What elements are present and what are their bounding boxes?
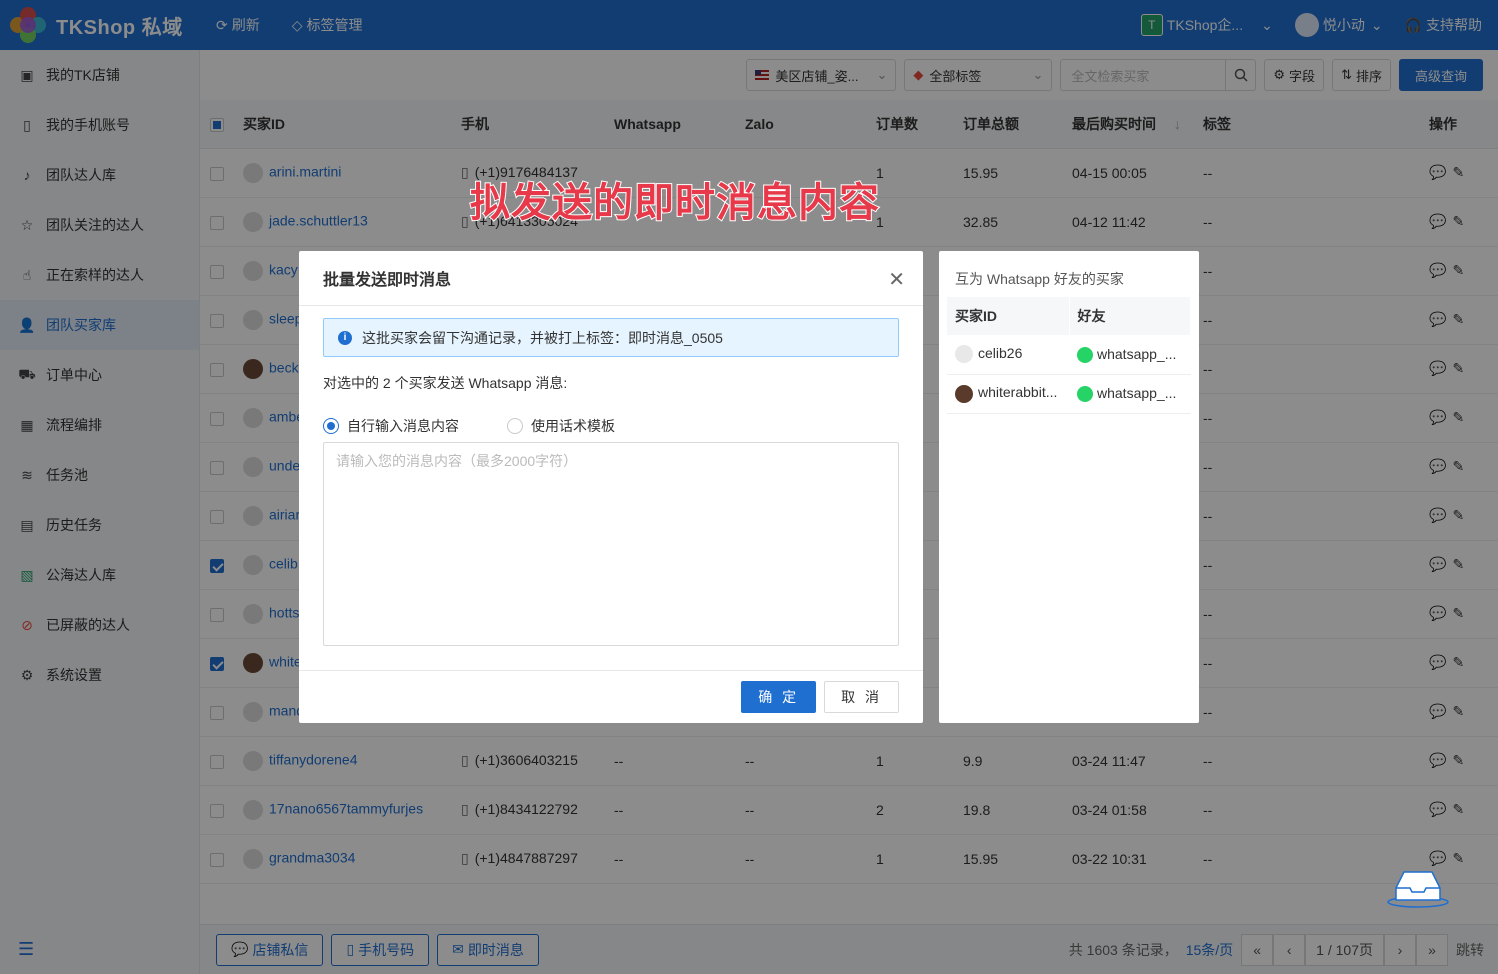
textarea-placeholder: 请输入您的消息内容（最多2000字符） [336,453,578,469]
whatsapp-icon [1077,346,1093,363]
friends-table: 买家ID 好友 celib26 whatsapp_... whiterabbit… [947,297,1191,414]
radio-unchecked-icon[interactable] [507,418,523,434]
message-textarea[interactable]: 请输入您的消息内容（最多2000字符） [323,442,899,646]
annotation-caption: 拟发送的即时消息内容 [469,180,880,226]
whatsapp-icon [1077,386,1093,403]
close-icon[interactable]: ✕ [888,267,905,292]
modal-description: 对选中的 2 个买家发送 Whatsapp 消息: [323,375,568,391]
empty-box-icon [1387,871,1449,908]
friend-cell: whatsapp_... [1069,335,1191,375]
cancel-button[interactable]: 取 消 [824,681,899,713]
radio-custom-label: 自行输入消息内容 [347,418,459,434]
modal-title: 批量发送即时消息 [299,251,923,306]
confirm-button[interactable]: 确 定 [741,681,817,713]
radio-custom[interactable]: 自行输入消息内容 [323,416,459,436]
friend-cell: whatsapp_... [1069,374,1191,414]
friend-id-cell: whiterabbit... [947,374,1069,414]
avatar [955,345,973,364]
radio-checked-icon[interactable] [323,418,339,434]
friend-account: whatsapp_... [1097,345,1177,362]
radio-template-label: 使用话术模板 [531,418,615,434]
message-source-radio-group: 自行输入消息内容 使用话术模板 [323,416,615,436]
friend-account: whatsapp_... [1097,384,1177,401]
alert-text: 这批买家会留下沟通记录，并被打上标签：即时消息_0505 [362,329,723,346]
friend-id: celib26 [978,345,1023,362]
friend-id-cell: celib26 [947,335,1069,375]
table-row: celib26 whatsapp_... [947,335,1191,375]
table-row: whiterabbit... whatsapp_... [947,374,1191,414]
col-header: 买家ID [947,297,1070,335]
info-icon: i [338,330,352,345]
friend-id: whiterabbit... [978,384,1058,401]
batch-send-modal: 批量发送即时消息 ✕ i 这批买家会留下沟通记录，并被打上标签：即时消息_050… [299,251,923,723]
avatar [955,384,973,403]
panel-title: 互为 Whatsapp 好友的买家 [955,271,1124,287]
radio-template[interactable]: 使用话术模板 [507,416,615,436]
info-alert: i 这批买家会留下沟通记录，并被打上标签：即时消息_0505 [323,318,899,357]
whatsapp-friends-panel: 互为 Whatsapp 好友的买家 买家ID 好友 celib26 whatsa… [939,251,1199,723]
modal-footer: 确 定 取 消 [299,670,923,723]
col-header: 好友 [1069,297,1191,335]
